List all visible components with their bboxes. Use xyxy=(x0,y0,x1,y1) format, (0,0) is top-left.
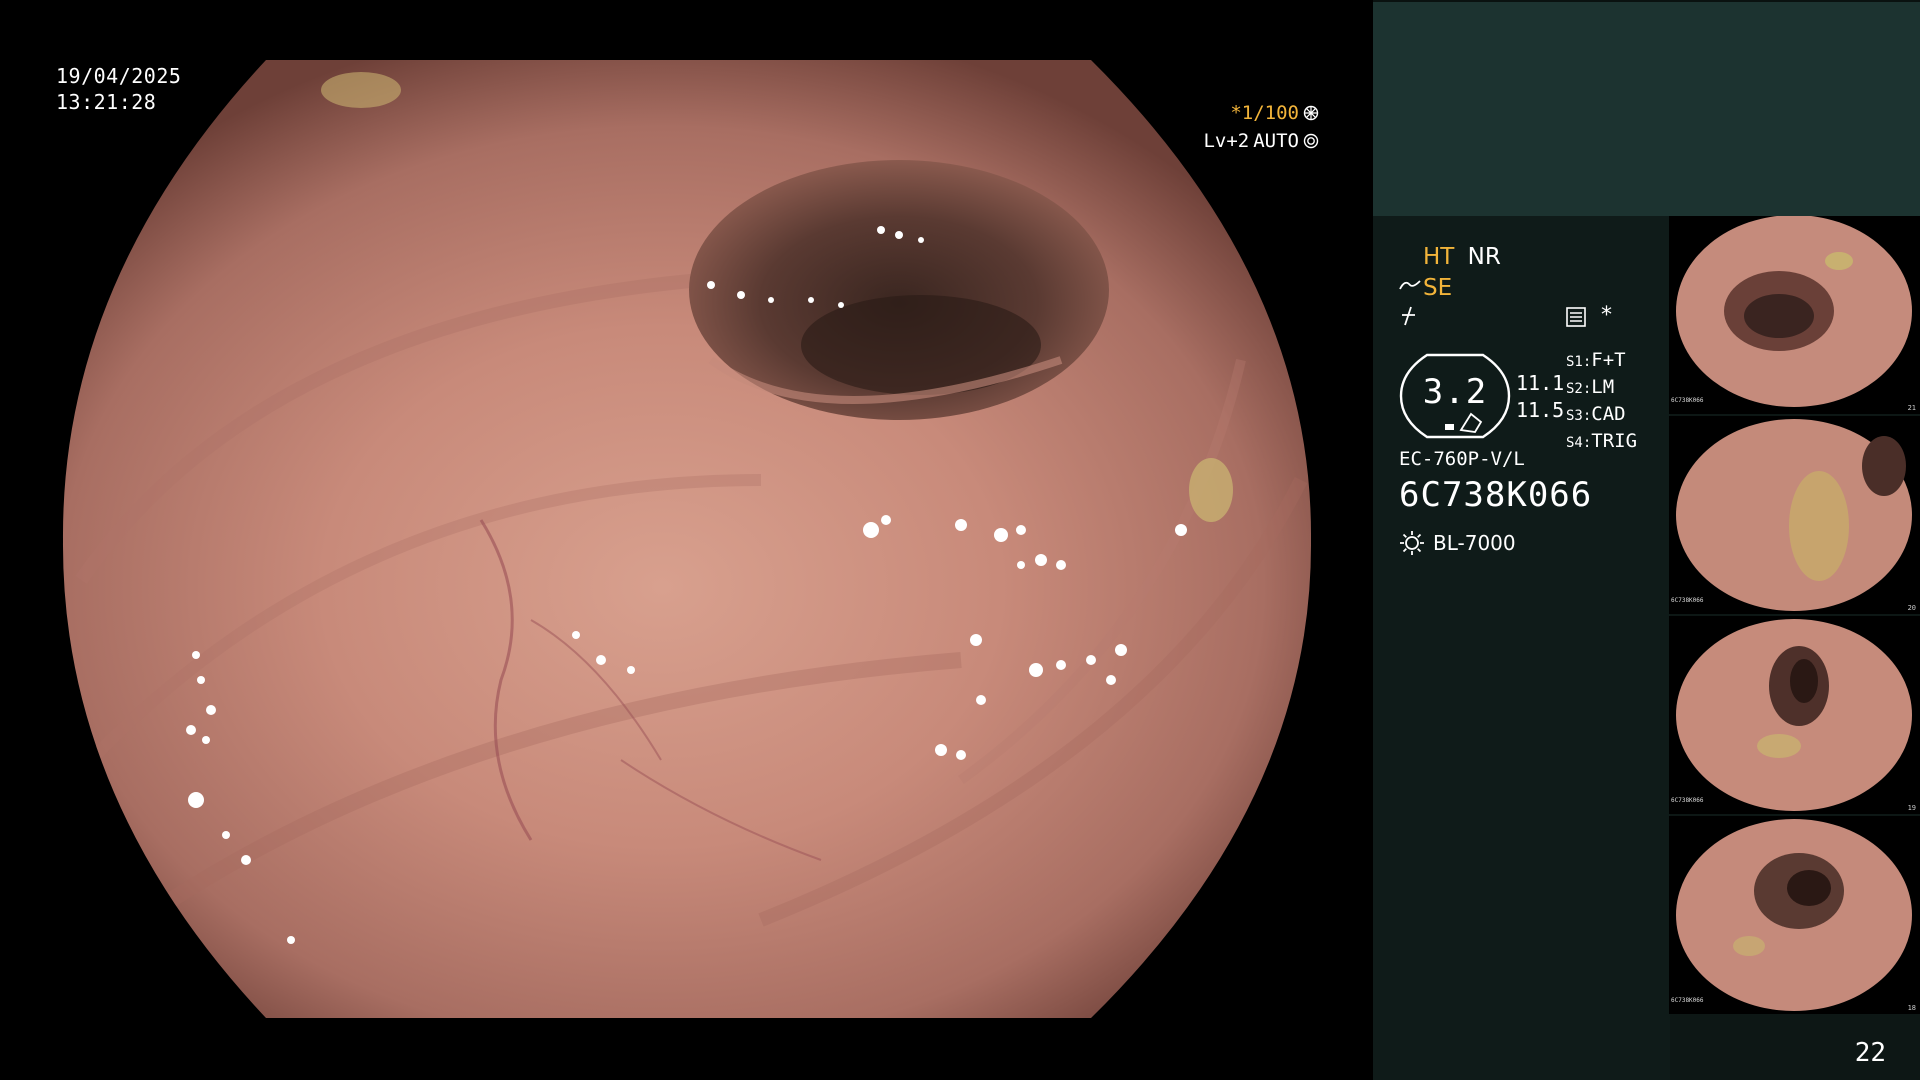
thumbnail-serial: 6C738K066 xyxy=(1671,797,1704,804)
info-panel: HT NR SE * 3.2 11.1 11.5 S1:F+T S2:LM S3… xyxy=(1373,0,1920,1080)
light-source-row: BL-7000 xyxy=(1399,530,1516,556)
light-source-icon xyxy=(1400,531,1424,555)
shutter-icon xyxy=(1303,105,1319,121)
thumbnail-capture[interactable]: 6C738K066 18 xyxy=(1669,816,1920,1014)
thumbnail-serial: 6C738K066 xyxy=(1671,997,1704,1004)
zoom-sub-1: 11.1 xyxy=(1516,371,1565,395)
brightness-level-text: Lv+2 xyxy=(1203,130,1250,152)
date-time-readout: 19/04/2025 13:21:28 xyxy=(56,63,181,115)
mode-nr-label: NR xyxy=(1467,244,1501,270)
mode-row-ht-nr: HT NR xyxy=(1423,244,1501,270)
switch-row: S4:TRIG xyxy=(1566,430,1638,452)
thumbnail-capture[interactable]: 6C738K066 19 xyxy=(1669,616,1920,814)
thumbnail-image xyxy=(1676,819,1912,1011)
mode-row-se: SE xyxy=(1423,275,1452,301)
settings-icon xyxy=(1566,307,1586,327)
scope-switch-list: S1:F+T S2:LM S3:CAD S4:TRIG xyxy=(1566,348,1637,456)
mode-se-label: SE xyxy=(1423,275,1453,301)
mode-ht-label: HT xyxy=(1423,244,1455,270)
zoom-sub-2: 11.5 xyxy=(1516,398,1565,422)
thumbnail-serial: 6C738K066 xyxy=(1671,397,1704,404)
thumbnail-index: 21 xyxy=(1907,404,1916,412)
thumbnail-capture[interactable]: 6C738K066 20 xyxy=(1669,416,1920,614)
thumbnail-image xyxy=(1676,619,1912,811)
page-number: 22 xyxy=(1854,1038,1886,1068)
date-text: 19/04/2025 xyxy=(56,64,182,88)
thumbnail-index: 18 xyxy=(1907,1004,1916,1012)
zoom-sub-readout: 11.1 11.5 xyxy=(1516,370,1564,424)
light-source-label: BL-7000 xyxy=(1433,531,1516,555)
iris-mode-text: AUTO xyxy=(1253,130,1299,152)
thumbnail-index: 20 xyxy=(1907,604,1916,612)
star-indicator: * xyxy=(1601,303,1612,328)
settings-column xyxy=(1373,216,1670,1080)
scope-model: EC-760P-V/L xyxy=(1399,448,1525,470)
exposure-readout: *1/100 Lv+2 AUTO xyxy=(1203,99,1319,155)
thumbnail-index: 19 xyxy=(1907,804,1916,812)
panel-header-area xyxy=(1373,0,1920,218)
thumbnail-image xyxy=(1676,216,1912,407)
shutter-speed-text: *1/100 xyxy=(1230,102,1299,124)
color-curve-icon xyxy=(1399,280,1421,290)
scope-serial: 6C738K066 xyxy=(1399,475,1593,515)
thumbnail-image xyxy=(1676,419,1912,611)
zoom-value: 3.2 xyxy=(1422,372,1488,412)
switch-row: S1:F+T xyxy=(1566,349,1626,371)
time-text: 13:21:28 xyxy=(56,90,157,114)
structure-enhance-icon xyxy=(1402,306,1415,326)
endoscope-live-view: 19/04/2025 13:21:28 *1/100 Lv+2 AUTO xyxy=(0,0,1373,1080)
thumbnail-capture[interactable]: 6C738K066 21 xyxy=(1669,216,1920,414)
iris-icon xyxy=(1303,133,1319,149)
switch-row: S3:CAD xyxy=(1566,403,1626,425)
thumbnail-serial: 6C738K066 xyxy=(1671,597,1704,604)
switch-row: S2:LM xyxy=(1566,376,1615,398)
endoscopic-image xyxy=(62,60,1312,1018)
